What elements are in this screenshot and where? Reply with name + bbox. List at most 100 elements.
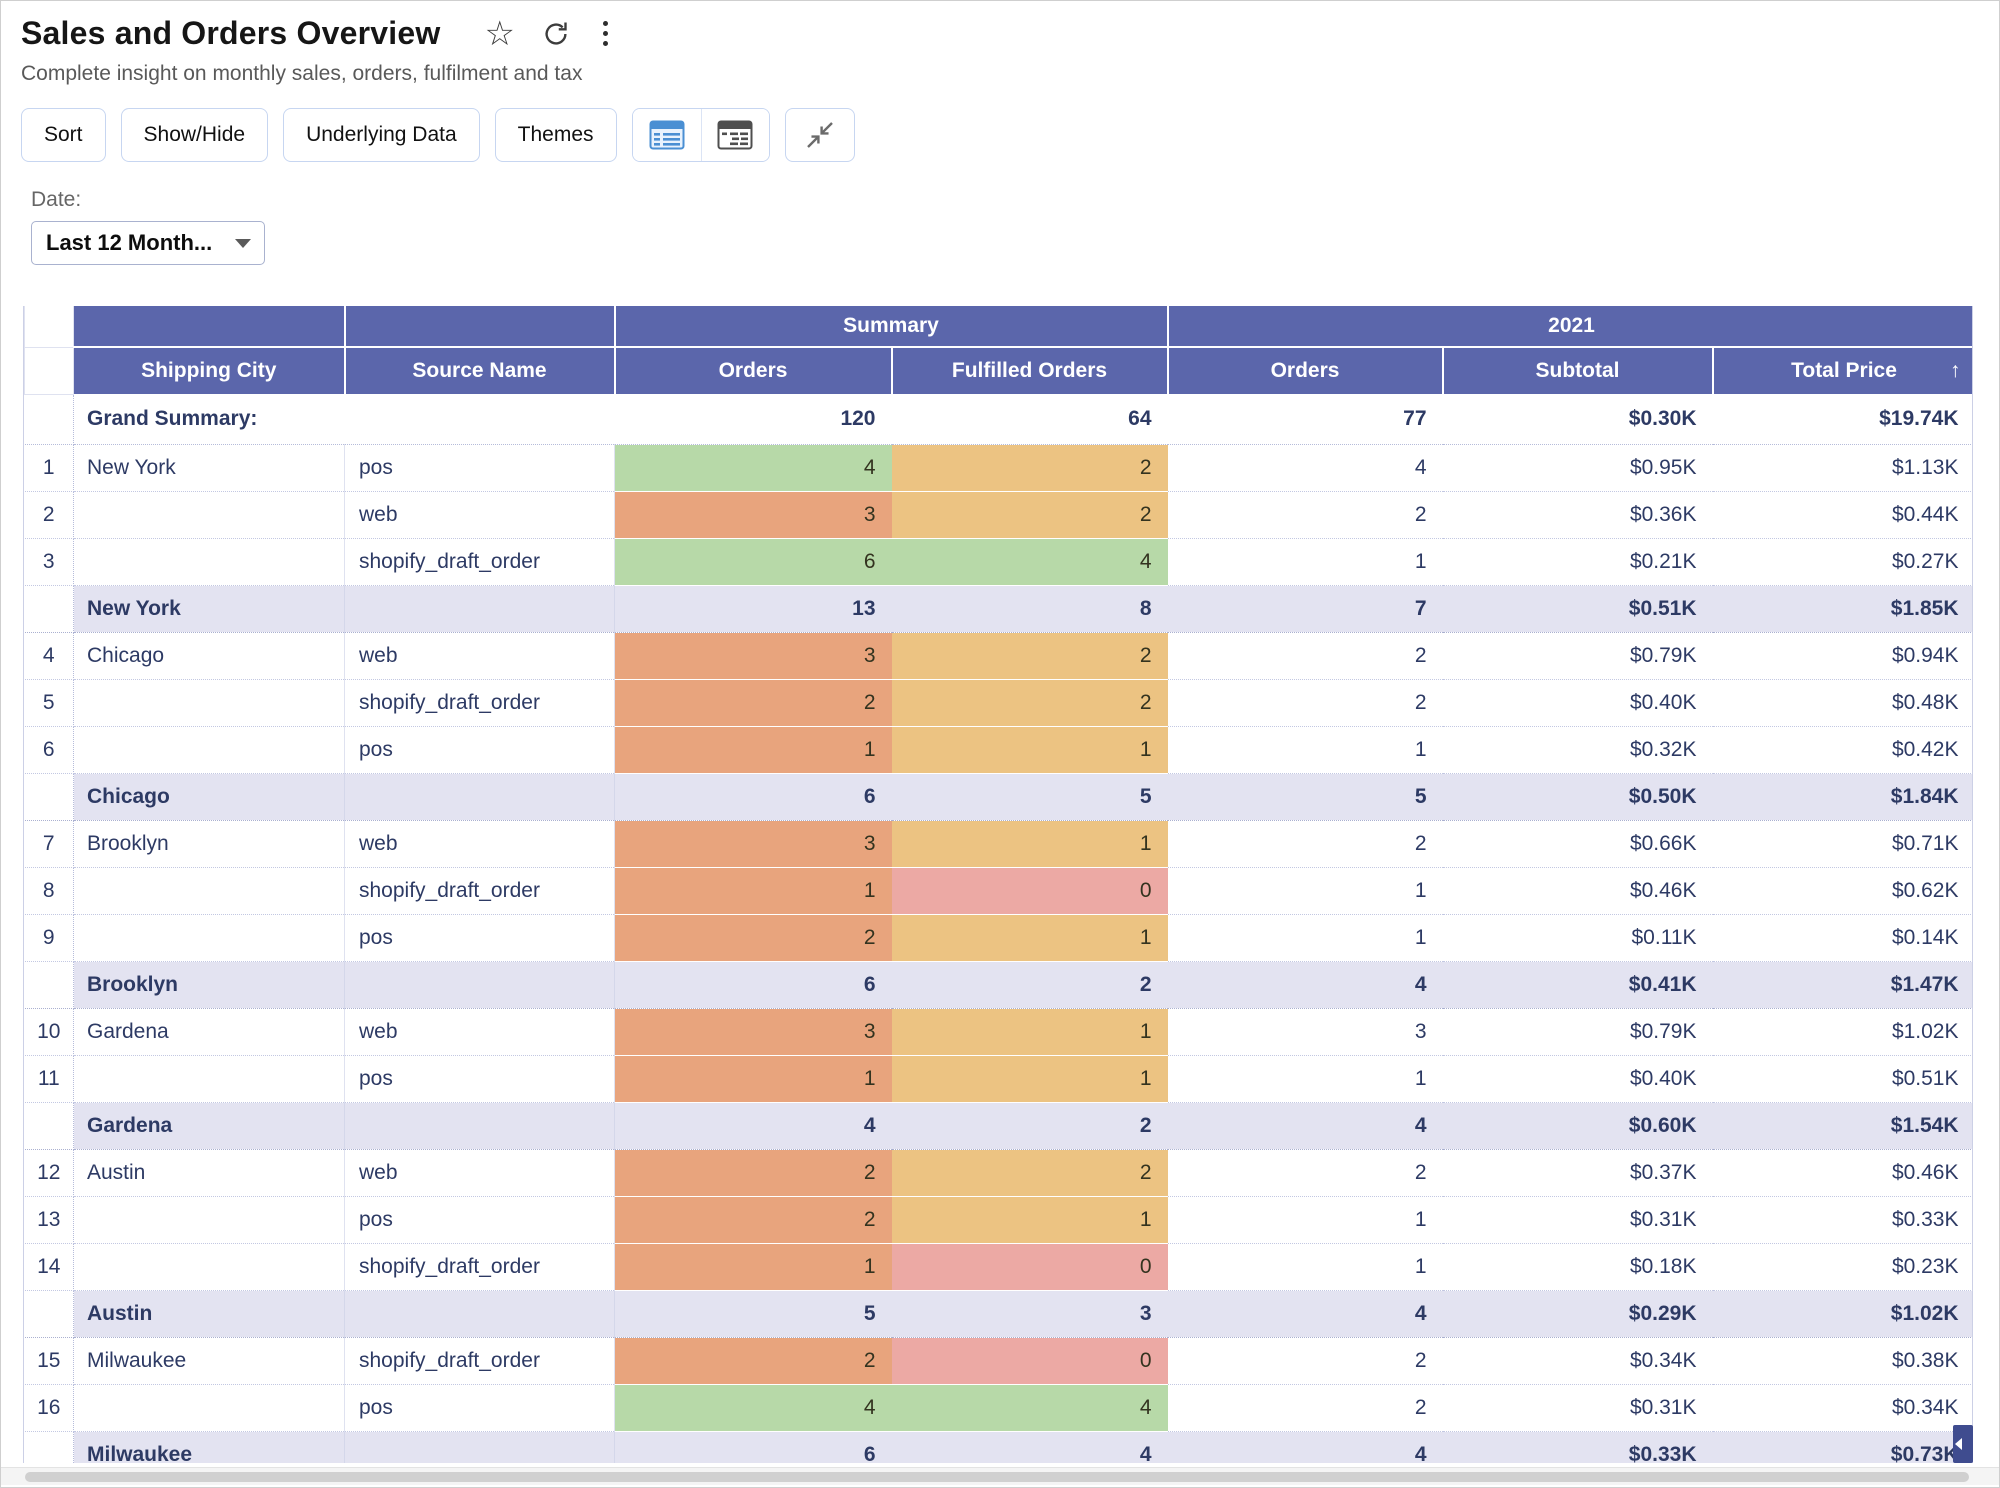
column-header-subtotal[interactable]: Subtotal bbox=[1443, 347, 1713, 394]
column-header-shipping-city[interactable]: Shipping City bbox=[74, 347, 345, 394]
fulfilled-orders-cell[interactable]: 2 bbox=[892, 491, 1168, 538]
column-header-orders-2021[interactable]: Orders bbox=[1168, 347, 1443, 394]
orders-2021-cell[interactable]: 2 bbox=[1168, 632, 1443, 679]
shipping-city-cell[interactable]: New York bbox=[74, 444, 345, 491]
fulfilled-orders-cell[interactable]: 2 bbox=[892, 679, 1168, 726]
orders-2021-cell[interactable]: 2 bbox=[1168, 1384, 1443, 1431]
orders-2021-cell[interactable]: 1 bbox=[1168, 538, 1443, 585]
orders-cell[interactable]: 6 bbox=[615, 538, 892, 585]
subtotal-cell[interactable]: $0.37K bbox=[1443, 1149, 1713, 1196]
horizontal-scrollbar-thumb[interactable] bbox=[25, 1472, 1969, 1482]
orders-2021-cell[interactable]: 1 bbox=[1168, 914, 1443, 961]
total-price-cell[interactable]: $0.51K bbox=[1713, 1055, 1974, 1102]
orders-cell[interactable]: 2 bbox=[615, 1149, 892, 1196]
orders-2021-cell[interactable]: 2 bbox=[1168, 1337, 1443, 1384]
shipping-city-cell[interactable] bbox=[74, 538, 345, 585]
orders-cell[interactable]: 3 bbox=[615, 1008, 892, 1055]
pivot-table-view-icon[interactable] bbox=[701, 109, 769, 161]
source-name-cell[interactable]: shopify_draft_order bbox=[345, 867, 615, 914]
source-name-cell[interactable]: web bbox=[345, 491, 615, 538]
orders-2021-cell[interactable]: 1 bbox=[1168, 726, 1443, 773]
orders-2021-cell[interactable]: 1 bbox=[1168, 1243, 1443, 1290]
orders-2021-cell[interactable]: 1 bbox=[1168, 1055, 1443, 1102]
subtotal-cell[interactable]: $0.95K bbox=[1443, 444, 1713, 491]
underlying-data-button[interactable]: Underlying Data bbox=[283, 108, 480, 162]
orders-cell[interactable]: 3 bbox=[615, 632, 892, 679]
shipping-city-cell[interactable] bbox=[74, 1055, 345, 1102]
shipping-city-cell[interactable]: Austin bbox=[74, 1149, 345, 1196]
vertical-scrollbar-thumb[interactable] bbox=[1953, 1425, 1973, 1463]
shipping-city-cell[interactable] bbox=[74, 1196, 345, 1243]
orders-cell[interactable]: 2 bbox=[615, 914, 892, 961]
refresh-icon[interactable] bbox=[541, 19, 571, 49]
source-name-cell[interactable]: shopify_draft_order bbox=[345, 1337, 615, 1384]
subtotal-cell[interactable]: $0.18K bbox=[1443, 1243, 1713, 1290]
source-name-cell[interactable]: pos bbox=[345, 1196, 615, 1243]
subtotal-cell[interactable]: $0.31K bbox=[1443, 1196, 1713, 1243]
subtotal-cell[interactable]: $0.79K bbox=[1443, 1008, 1713, 1055]
fulfilled-orders-cell[interactable]: 0 bbox=[892, 867, 1168, 914]
subtotal-cell[interactable]: $0.46K bbox=[1443, 867, 1713, 914]
source-name-cell[interactable]: web bbox=[345, 632, 615, 679]
orders-cell[interactable]: 1 bbox=[615, 1243, 892, 1290]
total-price-cell[interactable]: $0.42K bbox=[1713, 726, 1974, 773]
shipping-city-cell[interactable] bbox=[74, 1243, 345, 1290]
subtotal-cell[interactable]: $0.32K bbox=[1443, 726, 1713, 773]
total-price-cell[interactable]: $0.34K bbox=[1713, 1384, 1974, 1431]
fulfilled-orders-cell[interactable]: 1 bbox=[892, 726, 1168, 773]
source-name-cell[interactable]: pos bbox=[345, 914, 615, 961]
fulfilled-orders-cell[interactable]: 1 bbox=[892, 914, 1168, 961]
sort-ascending-icon[interactable]: ↑ bbox=[1950, 359, 1961, 383]
source-name-cell[interactable]: web bbox=[345, 820, 615, 867]
orders-cell[interactable]: 1 bbox=[615, 1055, 892, 1102]
orders-cell[interactable]: 3 bbox=[615, 820, 892, 867]
shipping-city-cell[interactable]: Brooklyn bbox=[74, 820, 345, 867]
orders-cell[interactable]: 2 bbox=[615, 1196, 892, 1243]
source-name-cell[interactable]: pos bbox=[345, 1384, 615, 1431]
orders-2021-cell[interactable]: 2 bbox=[1168, 820, 1443, 867]
total-price-cell[interactable]: $0.62K bbox=[1713, 867, 1974, 914]
fulfilled-orders-cell[interactable]: 0 bbox=[892, 1337, 1168, 1384]
shipping-city-cell[interactable]: Chicago bbox=[74, 632, 345, 679]
subtotal-cell[interactable]: $0.21K bbox=[1443, 538, 1713, 585]
shipping-city-cell[interactable] bbox=[74, 679, 345, 726]
fulfilled-orders-cell[interactable]: 1 bbox=[892, 1008, 1168, 1055]
shipping-city-cell[interactable] bbox=[74, 914, 345, 961]
column-header-source-name[interactable]: Source Name bbox=[345, 347, 615, 394]
total-price-cell[interactable]: $0.33K bbox=[1713, 1196, 1974, 1243]
orders-cell[interactable]: 1 bbox=[615, 726, 892, 773]
fulfilled-orders-cell[interactable]: 2 bbox=[892, 632, 1168, 679]
show-hide-button[interactable]: Show/Hide bbox=[121, 108, 269, 162]
fulfilled-orders-cell[interactable]: 2 bbox=[892, 1149, 1168, 1196]
subtotal-cell[interactable]: $0.40K bbox=[1443, 1055, 1713, 1102]
orders-cell[interactable]: 4 bbox=[615, 1384, 892, 1431]
subtotal-cell[interactable]: $0.11K bbox=[1443, 914, 1713, 961]
subtotal-cell[interactable]: $0.79K bbox=[1443, 632, 1713, 679]
orders-2021-cell[interactable]: 1 bbox=[1168, 867, 1443, 914]
shipping-city-cell[interactable] bbox=[74, 1384, 345, 1431]
shipping-city-cell[interactable] bbox=[74, 726, 345, 773]
collapse-view-icon[interactable] bbox=[785, 108, 855, 162]
subtotal-cell[interactable]: $0.31K bbox=[1443, 1384, 1713, 1431]
total-price-cell[interactable]: $0.44K bbox=[1713, 491, 1974, 538]
orders-cell[interactable]: 4 bbox=[615, 444, 892, 491]
shipping-city-cell[interactable]: Milwaukee bbox=[74, 1337, 345, 1384]
fulfilled-orders-cell[interactable]: 0 bbox=[892, 1243, 1168, 1290]
subtotal-cell[interactable]: $0.34K bbox=[1443, 1337, 1713, 1384]
total-price-cell[interactable]: $0.94K bbox=[1713, 632, 1974, 679]
column-header-total-price[interactable]: Total Price ↑ bbox=[1713, 347, 1974, 394]
source-name-cell[interactable]: shopify_draft_order bbox=[345, 679, 615, 726]
flat-table-view-icon[interactable] bbox=[633, 109, 701, 161]
orders-cell[interactable]: 1 bbox=[615, 867, 892, 914]
source-name-cell[interactable]: pos bbox=[345, 726, 615, 773]
fulfilled-orders-cell[interactable]: 1 bbox=[892, 820, 1168, 867]
total-price-cell[interactable]: $0.48K bbox=[1713, 679, 1974, 726]
total-price-cell[interactable]: $1.13K bbox=[1713, 444, 1974, 491]
orders-2021-cell[interactable]: 2 bbox=[1168, 491, 1443, 538]
total-price-cell[interactable]: $0.71K bbox=[1713, 820, 1974, 867]
orders-2021-cell[interactable]: 2 bbox=[1168, 1149, 1443, 1196]
fulfilled-orders-cell[interactable]: 4 bbox=[892, 1384, 1168, 1431]
total-price-cell[interactable]: $1.02K bbox=[1713, 1008, 1974, 1055]
column-header-orders[interactable]: Orders bbox=[615, 347, 892, 394]
sort-button[interactable]: Sort bbox=[21, 108, 106, 162]
